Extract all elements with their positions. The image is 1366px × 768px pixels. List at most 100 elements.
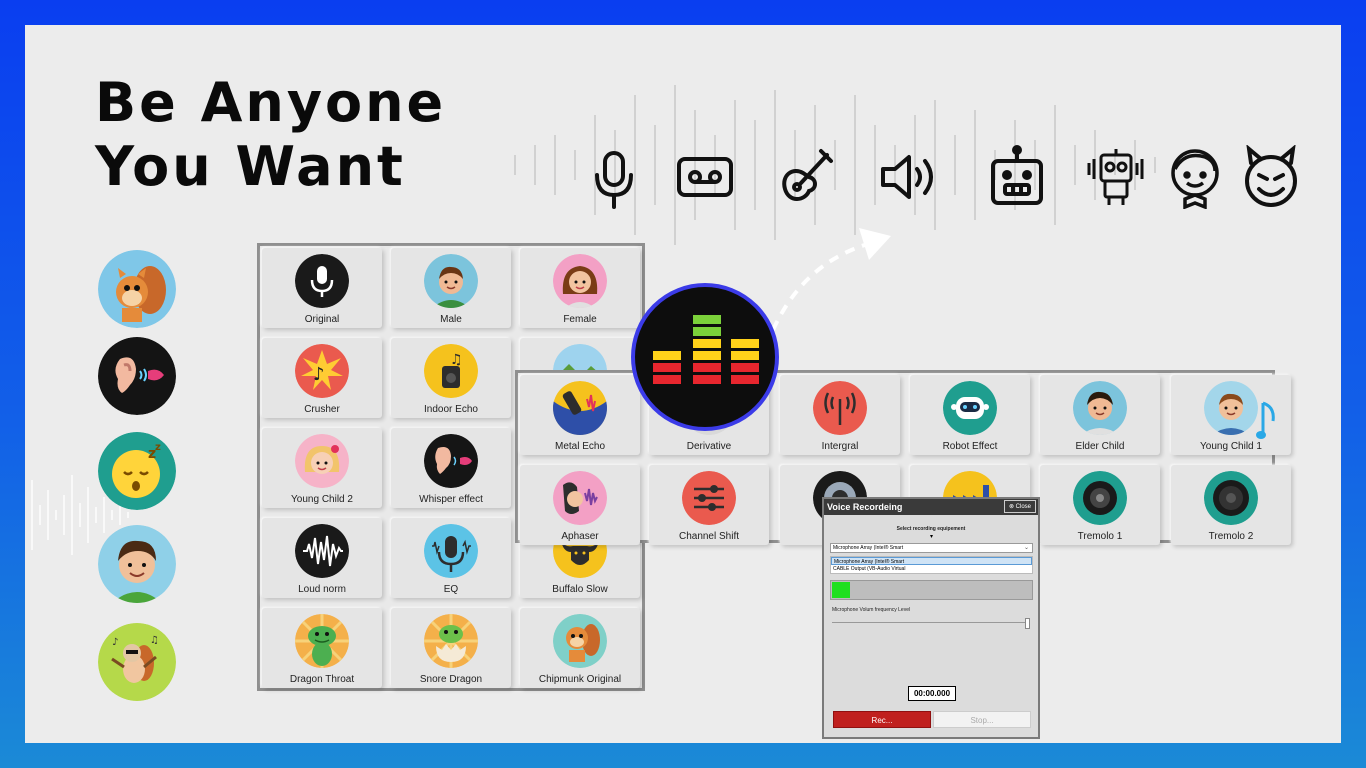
headline-line-1: Be Anyone <box>95 71 447 134</box>
devil-face-icon <box>1239 144 1303 209</box>
robot-face-icon <box>985 145 1049 209</box>
effect-label: Intergral <box>821 441 859 452</box>
effect-label: Chipmunk Original <box>538 674 622 685</box>
effect-label: Tremolo 1 <box>1077 531 1123 542</box>
svg-text:♪: ♪ <box>313 364 325 385</box>
effect-tile-whisper[interactable]: Whisper effect <box>391 428 511 508</box>
effect-label: Whisper effect <box>419 494 483 505</box>
effect-tile-intergral[interactable]: Intergral <box>780 375 900 455</box>
effect-label: Indoor Echo <box>424 404 478 415</box>
boy-avatar <box>98 525 176 603</box>
music-note-icon <box>1256 401 1275 439</box>
dragon-icon <box>295 614 349 668</box>
effect-tile-chipmunk-original[interactable]: Chipmunk Original <box>520 608 640 688</box>
volume-slider[interactable] <box>832 618 1030 629</box>
effect-label: Female <box>563 314 597 325</box>
effect-tile-male[interactable]: Male <box>391 248 511 328</box>
antenna-icon <box>813 381 867 435</box>
dialog-close-label: Close <box>1015 504 1032 510</box>
effect-label: Channel Shift <box>678 531 740 542</box>
volume-slider-thumb[interactable] <box>1025 618 1030 629</box>
effect-tile-crusher[interactable]: ♪ Crusher <box>262 338 382 418</box>
effect-tile-female[interactable]: Female <box>520 248 640 328</box>
effect-tile-dragon-throat[interactable]: Dragon Throat <box>262 608 382 688</box>
metal-echo-icon <box>553 381 607 435</box>
speaker-icon <box>877 145 941 209</box>
effect-tile-metal-echo[interactable]: Metal Echo <box>520 375 640 455</box>
woofer-icon <box>1204 471 1258 525</box>
svg-text:♫: ♫ <box>450 352 463 368</box>
caret-down-icon: ▾ <box>930 534 934 540</box>
effect-label: Dragon Throat <box>289 674 355 685</box>
dancing-squirrel-avatar: ♪ ♫ <box>98 623 176 701</box>
stop-button[interactable]: Stop... <box>933 711 1031 728</box>
effect-tile-snore-dragon[interactable]: Snore Dragon <box>391 608 511 688</box>
effect-tile-eq[interactable]: EQ <box>391 518 511 598</box>
cassette-tape-icon <box>673 145 737 209</box>
effect-label: Original <box>304 314 340 325</box>
app-logo <box>631 283 779 431</box>
device-select[interactable]: Microphone Array (Intel® Smart ⌄ <box>830 543 1033 553</box>
chevron-down-icon: ⌄ <box>1023 545 1029 551</box>
device-option[interactable]: CABLE Output (VB-Audio Virtual <box>831 565 1032 573</box>
effect-tile-loud-norm[interactable]: Loud norm <box>262 518 382 598</box>
female-face-icon <box>553 254 607 308</box>
svg-text:♪: ♪ <box>112 637 118 648</box>
effect-tile-elder-child[interactable]: Elder Child <box>1040 375 1160 455</box>
podcast-mic-icon <box>424 524 478 578</box>
elder-child-icon <box>1073 381 1127 435</box>
device-option-list: Microphone Array (Intel® Smart CABLE Out… <box>830 556 1033 574</box>
microphone-icon <box>582 145 646 209</box>
robot-icon <box>943 381 997 435</box>
effect-label: Elder Child <box>1075 441 1125 452</box>
guitar-icon <box>773 145 837 209</box>
headline-line-2: You Want <box>95 135 406 198</box>
effect-label: Crusher <box>304 404 340 415</box>
timer-display: 00:00.000 <box>908 686 956 701</box>
dragon-egg-icon <box>424 614 478 668</box>
device-select-value: Microphone Array (Intel® Smart <box>833 545 904 551</box>
effect-tile-tremolo-1[interactable]: Tremolo 1 <box>1040 465 1160 545</box>
effect-tile-young-child-2[interactable]: Young Child 2 <box>262 428 382 508</box>
effect-label: Tremolo 2 <box>1208 531 1254 542</box>
headline: Be Anyone You Want <box>95 71 446 199</box>
young-child-icon <box>1204 381 1258 435</box>
device-option[interactable]: Microphone Array (Intel® Smart <box>831 557 1032 565</box>
effect-tile-robot-effect[interactable]: Robot Effect <box>910 375 1030 455</box>
dialog-close-button[interactable]: ⊗ Close <box>1004 500 1036 513</box>
svg-text:♫: ♫ <box>150 635 159 646</box>
ear-lips-avatar <box>98 337 176 415</box>
effect-label: Aphaser <box>561 531 599 542</box>
squirrel-avatar <box>98 250 176 328</box>
dashed-arrow-icon <box>771 228 891 331</box>
effect-tile-aphaser[interactable]: Aphaser <box>520 465 640 545</box>
speaker-music-icon: ♫ <box>424 344 478 398</box>
effect-tile-indoor-echo[interactable]: ♫ Indoor Echo <box>391 338 511 418</box>
aphaser-icon <box>553 471 607 525</box>
effect-label: EQ <box>443 584 459 595</box>
effect-label: Young Child 2 <box>291 494 353 505</box>
effect-label: Robot Effect <box>942 441 998 452</box>
voice-recording-dialog: Voice Recordeing ⊗ Close Select recordin… <box>822 497 1040 739</box>
male-face-icon <box>424 254 478 308</box>
effect-label: Snore Dragon <box>419 674 483 685</box>
input-level-fill <box>832 582 851 598</box>
effect-tile-channel-shift[interactable]: Channel Shift <box>649 465 769 545</box>
ear-lips-icon <box>424 434 478 488</box>
sliders-icon <box>682 471 736 525</box>
sleepy-emoji-avatar: z z <box>98 432 176 510</box>
effect-label: Male <box>440 314 462 325</box>
volume-label: Microphone Volum frequency Level <box>832 607 911 613</box>
svg-text:z: z <box>155 442 161 453</box>
effect-tile-original[interactable]: Original <box>262 248 382 328</box>
soundwave-icon <box>295 524 349 578</box>
music-note-burst-icon: ♪ <box>295 344 349 398</box>
record-button[interactable]: Rec... <box>833 711 931 728</box>
promo-canvas: Be Anyone You Want z z ♪ ♫ Original Male… <box>25 25 1341 743</box>
robot-icon <box>1085 145 1149 209</box>
effect-tile-tremolo-2[interactable]: Tremolo 2 <box>1171 465 1291 545</box>
tremolo-speaker-icon <box>1073 471 1127 525</box>
effect-label: Buffalo Slow <box>552 584 608 595</box>
girl-face-icon <box>295 434 349 488</box>
effect-label: Metal Echo <box>554 441 606 452</box>
